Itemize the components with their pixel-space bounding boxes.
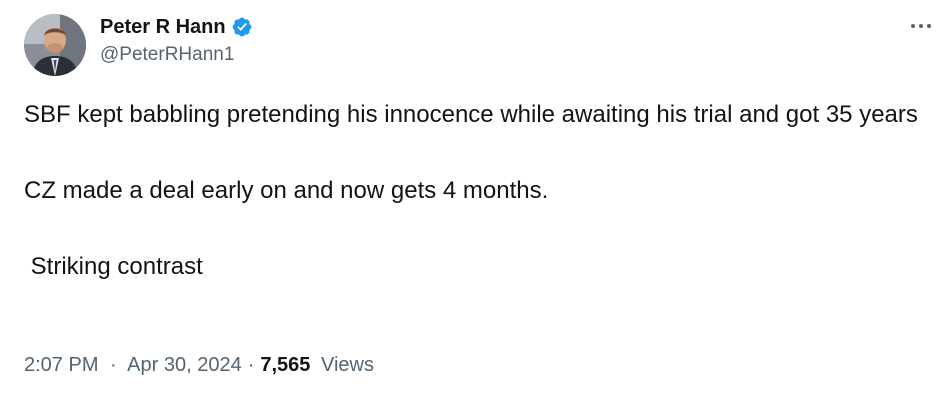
tweet-card: Peter R Hann @PeterRHann1 SBF kept babbl…: [0, 0, 952, 402]
views-label: Views: [321, 354, 374, 376]
display-name[interactable]: Peter R Hann: [100, 16, 226, 39]
tweet-timestamp[interactable]: 2:07 PM · Apr 30, 2024: [24, 354, 242, 377]
tweet-meta: 2:07 PM · Apr 30, 2024 · 7,565 Views: [24, 354, 374, 377]
views-link[interactable]: 7,565 Views: [260, 354, 374, 377]
name-row: Peter R Hann: [100, 14, 253, 40]
verified-badge-icon[interactable]: [231, 16, 253, 38]
tweet-date: Apr 30, 2024: [127, 354, 242, 376]
author-info: Peter R Hann @PeterRHann1: [100, 14, 253, 66]
views-count: 7,565: [260, 354, 311, 376]
more-options-icon[interactable]: [906, 14, 936, 38]
avatar[interactable]: [24, 14, 86, 76]
tweet-time: 2:07 PM: [24, 354, 99, 376]
separator: ·: [110, 354, 117, 376]
author-handle[interactable]: @PeterRHann1: [100, 44, 253, 66]
profile-photo: [24, 14, 86, 76]
separator: ·: [247, 354, 255, 376]
tweet-text: SBF kept babbling pretending his innocen…: [24, 101, 918, 280]
